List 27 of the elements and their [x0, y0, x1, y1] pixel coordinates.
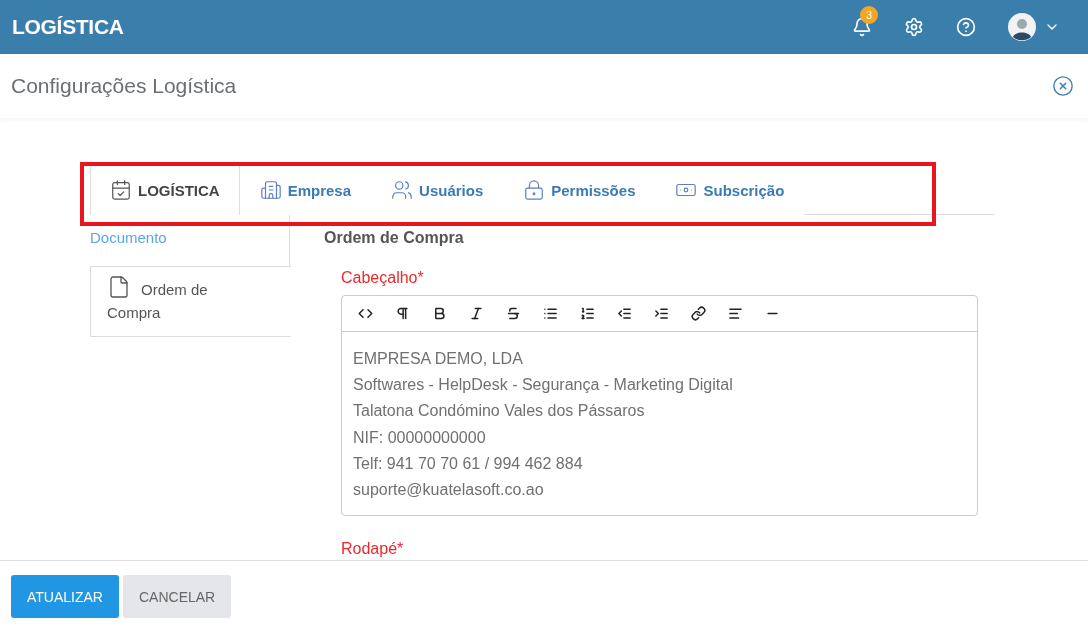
editor-text-line: suporte@kuatelasoft.co.ao [353, 480, 545, 500]
close-button[interactable] [1052, 75, 1074, 97]
page-title: Configurações Logística [11, 74, 237, 98]
users-icon [391, 179, 414, 201]
editor-text-line: Softwares - HelpDesk - Segurança - Marketing Digital [353, 375, 734, 396]
update-button[interactable]: ATUALIZAR [11, 575, 119, 618]
editor-text-line: NIF: 00000000000 [353, 427, 487, 448]
rich-text-editor[interactable]: EMPRESA DEMO, LDA Softwares - HelpDesk - Segurança - Marketing Digital Talatona Condómino Vales dos Pássaros NIF: 00000000000 Telf: 941 70 70 61 / 994 462 884 suporte@kuatelasoft.co.ao [341, 295, 978, 517]
avatar-icon[interactable] [1008, 13, 1036, 41]
settings-icon[interactable] [904, 17, 924, 37]
cancel-button[interactable]: CANCELAR [123, 575, 232, 618]
tab[interactable]: LOGÍSTICA [90, 164, 240, 215]
help-icon[interactable] [956, 17, 976, 37]
field-label: Rodapé* [341, 540, 405, 559]
editor-text-line: Telf: 941 70 70 61 / 994 462 884 [353, 453, 584, 474]
sidebar-item[interactable]: Ordem de Compra [90, 266, 291, 337]
app-title: LOGÍSTICA [12, 15, 125, 39]
building-icon [259, 179, 282, 201]
bell-icon[interactable] [852, 17, 872, 37]
section-title: Ordem de Compra [324, 229, 465, 247]
editor-text-line: EMPRESA DEMO, LDA [353, 349, 524, 369]
editor-text-line: Talatona Condómino Vales dos Pássaros [353, 401, 646, 422]
field-label: Cabeçalho* [341, 269, 425, 287]
padlock-icon [523, 179, 546, 201]
notification-count: 3 [860, 6, 878, 24]
calendar-check-icon [110, 179, 132, 201]
document-icon [107, 275, 131, 299]
